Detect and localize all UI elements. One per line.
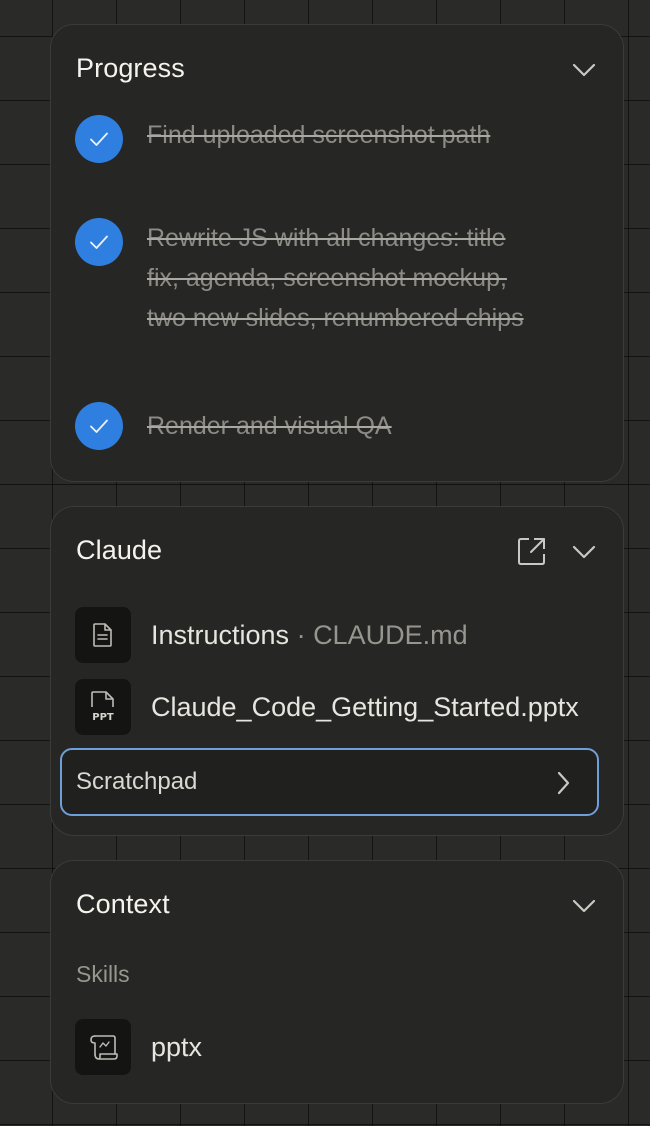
skills-heading: Skills <box>76 961 130 987</box>
file-item-pptx[interactable]: PPT Claude_Code_Getting_Started.pptx <box>75 679 599 735</box>
claude-panel: Claude Instructions · CLAUDE.md PPT Clau… <box>50 506 624 836</box>
file-separator: · <box>289 620 314 650</box>
task-item: Render and visual QA <box>75 402 603 452</box>
chevron-right-icon <box>555 770 571 801</box>
file-name: Instructions <box>151 620 290 650</box>
chevron-down-icon <box>572 63 596 77</box>
claude-collapse-button[interactable] <box>571 539 597 565</box>
file-item-instructions[interactable]: Instructions · CLAUDE.md <box>75 607 599 663</box>
progress-title: Progress <box>76 53 185 83</box>
context-collapse-button[interactable] <box>571 893 597 919</box>
check-icon <box>75 402 123 450</box>
task-item: Find uploaded screenshot path <box>75 115 603 205</box>
file-label: Instructions · CLAUDE.md <box>151 619 599 651</box>
claude-title: Claude <box>76 535 163 565</box>
progress-collapse-button[interactable] <box>571 57 597 83</box>
document-icon <box>75 607 131 663</box>
external-link-icon <box>518 538 545 565</box>
chevron-down-icon <box>572 545 596 559</box>
skill-name: pptx <box>151 1032 203 1062</box>
context-title: Context <box>76 889 170 919</box>
task-text: Rewrite JS with all changes: title fix, … <box>147 224 524 332</box>
scroll-icon <box>75 1019 131 1075</box>
ppt-badge: PPT <box>92 712 114 723</box>
task-text: Find uploaded screenshot path <box>147 121 491 149</box>
file-name: Claude_Code_Getting_Started.pptx <box>151 692 579 722</box>
skill-item-pptx[interactable]: pptx <box>75 1019 599 1075</box>
check-icon <box>75 218 123 266</box>
context-panel: Context Skills pptx <box>50 860 624 1104</box>
task-item: Rewrite JS with all changes: title fix, … <box>75 218 603 388</box>
open-external-button[interactable] <box>517 536 547 566</box>
progress-panel: Progress Find uploaded screenshot path R… <box>50 24 624 482</box>
task-text: Render and visual QA <box>147 412 392 440</box>
ppt-file-icon: PPT <box>75 679 131 735</box>
scratchpad-label: Scratchpad <box>76 768 198 795</box>
chevron-down-icon <box>572 899 596 913</box>
scratchpad-button[interactable]: Scratchpad <box>60 748 599 816</box>
check-icon <box>75 115 123 163</box>
file-detail: CLAUDE.md <box>313 620 468 650</box>
